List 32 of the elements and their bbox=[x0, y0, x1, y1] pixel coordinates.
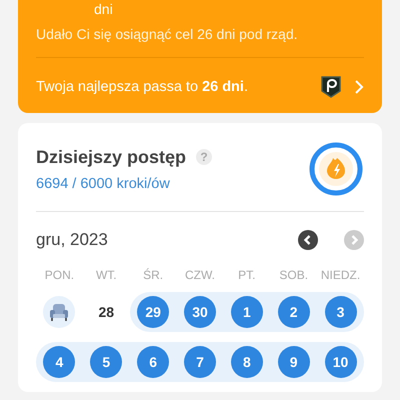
calendar-day[interactable]: 9 bbox=[278, 346, 310, 378]
calendar-day[interactable]: 2 bbox=[278, 296, 310, 328]
step-count: 6694 / 6000 kroki/ów bbox=[36, 176, 171, 192]
previous-month-button[interactable] bbox=[298, 230, 318, 250]
weekday-label: ŚR. bbox=[142, 268, 164, 282]
weekday-label: PON. bbox=[44, 268, 76, 282]
weekday-label: CZW. bbox=[184, 268, 216, 282]
weekday-label: PT. bbox=[237, 268, 257, 282]
calendar-day[interactable]: 29 bbox=[137, 296, 170, 328]
calendar-day[interactable]: 4 bbox=[43, 346, 76, 378]
weekday-label: SOB. bbox=[278, 268, 310, 282]
calendar-day[interactable]: 5 bbox=[90, 346, 122, 378]
progress-title: Dzisiejszy postęp bbox=[36, 146, 186, 168]
calendar-day[interactable]: 1 bbox=[230, 296, 263, 328]
calendar-day[interactable]: 6 bbox=[137, 346, 170, 378]
month-label: gru, 2023 bbox=[36, 230, 109, 250]
calendar-day[interactable]: 30 bbox=[184, 296, 216, 328]
calendar-day[interactable]: 10 bbox=[324, 346, 357, 378]
help-button[interactable]: ? bbox=[196, 149, 212, 165]
weekday-label: WT. bbox=[94, 268, 118, 282]
best-streak-text: Twoja najlepsza passa to 26 dni. bbox=[36, 79, 249, 95]
calendar-day[interactable]: 28 bbox=[90, 296, 122, 328]
calendar-day[interactable]: 7 bbox=[184, 346, 216, 378]
weekday-label: NIEDZ. bbox=[320, 268, 362, 282]
calendar-day[interactable]: 8 bbox=[230, 346, 263, 378]
shield-badge-icon bbox=[320, 75, 342, 99]
streak-message: Udało Ci się osiągnąć cel 26 dni pod rząd. bbox=[36, 26, 298, 42]
flame-ring-icon bbox=[308, 141, 364, 197]
streak-unit: dni bbox=[94, 1, 113, 17]
armchair-icon[interactable] bbox=[43, 296, 76, 328]
calendar-day[interactable]: 3 bbox=[324, 296, 357, 328]
chevron-right-icon[interactable] bbox=[354, 79, 364, 95]
